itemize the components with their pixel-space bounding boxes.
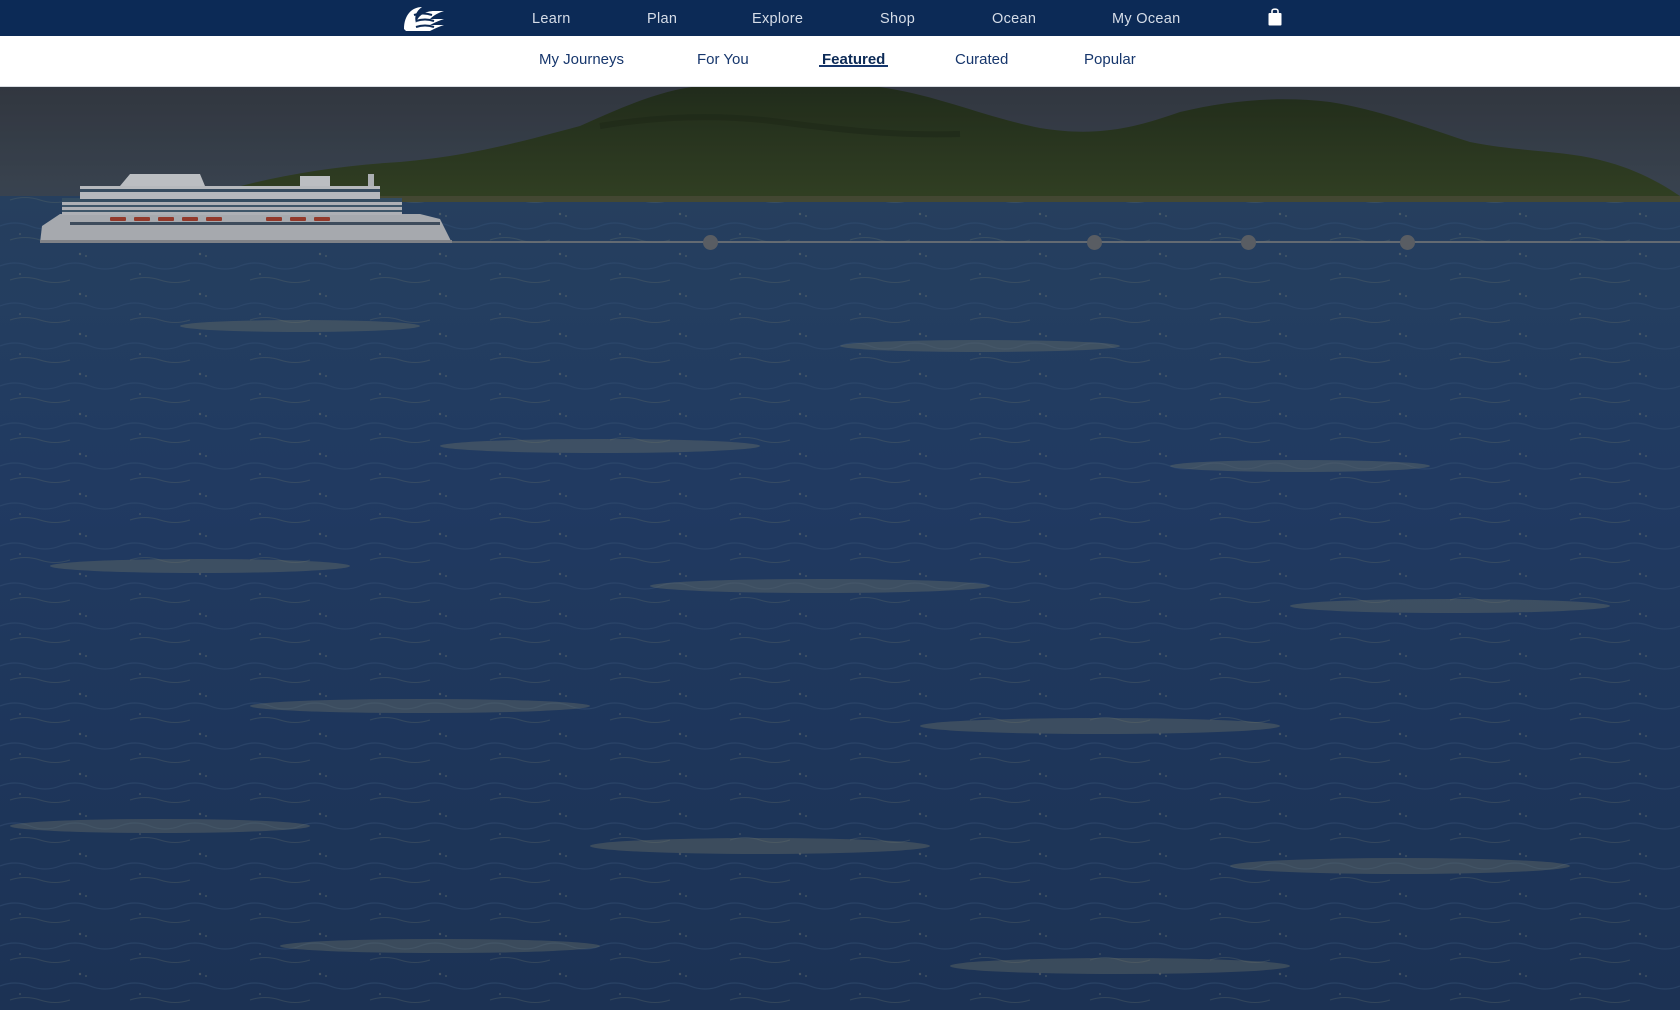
progress-dot-1[interactable] <box>703 235 718 250</box>
top-navigation-bar: Learn Plan Explore Shop Ocean My Ocean <box>0 0 1680 36</box>
ocean-island-background <box>0 86 1680 1010</box>
shopping-bag-icon[interactable] <box>1267 7 1283 27</box>
tab-curated[interactable]: Curated <box>955 36 1008 86</box>
progress-dot-3[interactable] <box>1241 235 1256 250</box>
nav-my-ocean[interactable]: My Ocean <box>1112 0 1180 36</box>
hero-ocean-scene <box>0 86 1680 1010</box>
secondary-navigation: My Journeys For You Featured Curated Pop… <box>0 36 1680 87</box>
nav-ocean[interactable]: Ocean <box>992 0 1036 36</box>
tab-my-journeys[interactable]: My Journeys <box>539 36 624 86</box>
tab-for-you[interactable]: For You <box>697 36 749 86</box>
nav-learn[interactable]: Learn <box>532 0 571 36</box>
nav-explore[interactable]: Explore <box>752 0 803 36</box>
tab-featured[interactable]: Featured <box>822 36 885 86</box>
progress-dot-2[interactable] <box>1087 235 1102 250</box>
active-tab-indicator <box>819 65 888 67</box>
nav-plan[interactable]: Plan <box>647 0 677 36</box>
nav-shop[interactable]: Shop <box>880 0 915 36</box>
tab-popular[interactable]: Popular <box>1084 36 1136 86</box>
wave-logo-icon[interactable] <box>400 3 448 33</box>
progress-dot-4[interactable] <box>1400 235 1415 250</box>
